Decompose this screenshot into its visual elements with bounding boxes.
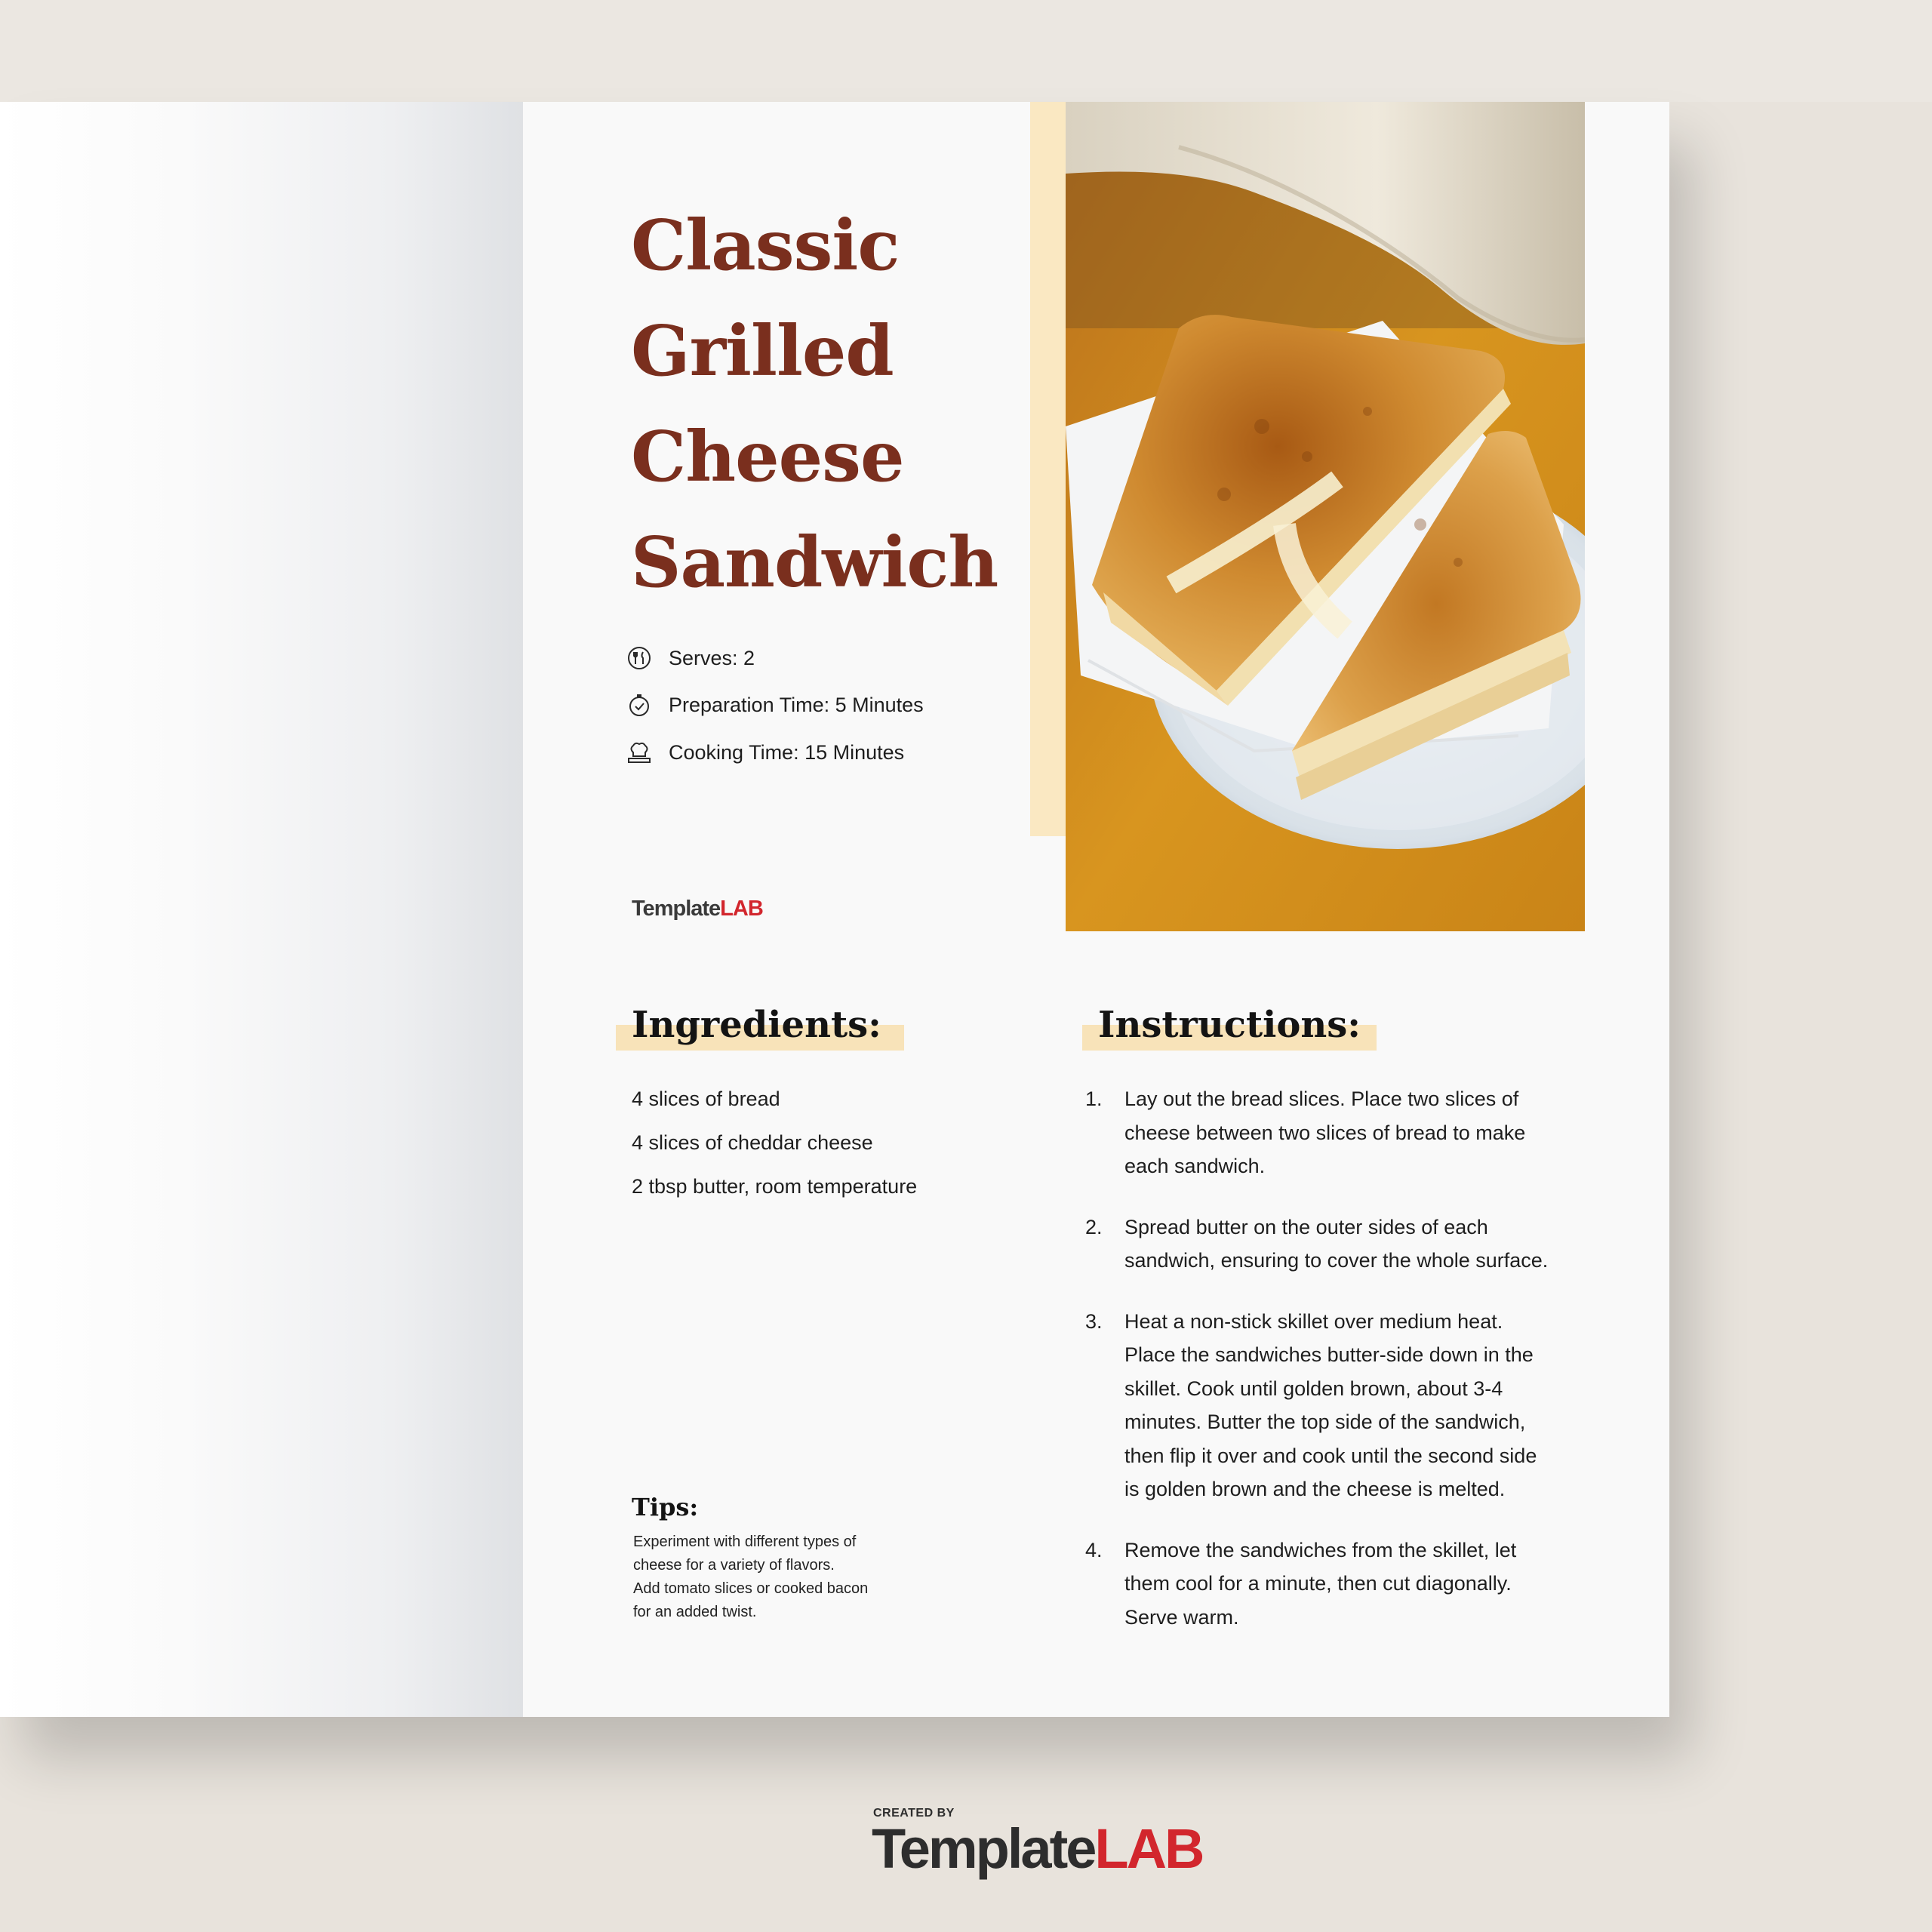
templatelab-logo-small: TemplateLAB <box>632 897 764 921</box>
step-number: 4. <box>1085 1538 1103 1561</box>
step-line: Serve warm. <box>1124 1605 1239 1629</box>
step-text: Remove the sandwiches from the skillet, … <box>1124 1534 1598 1635</box>
ingredients-list: 4 slices of bread 4 slices of cheddar ch… <box>632 1081 917 1212</box>
tips-heading: Tips: <box>632 1493 699 1521</box>
instruction-step: 2. Spread butter on the outer sides of e… <box>1085 1211 1598 1278</box>
tips-line: for an added twist. <box>633 1604 757 1620</box>
top-background-band <box>0 0 1932 102</box>
stopwatch-icon <box>626 692 652 718</box>
step-line: minutes. Butter the top side of the sand… <box>1124 1411 1526 1433</box>
step-line: is golden brown and the cheese is melted… <box>1124 1478 1506 1500</box>
instructions-heading: Instructions: <box>1098 1004 1361 1046</box>
templatelab-logo-footer: TemplateLAB <box>872 1817 1204 1880</box>
photo-accent-bar <box>1030 102 1066 836</box>
recipe-title-line: Classic <box>631 205 900 286</box>
prep-time-row: Preparation Time: 5 Minutes <box>626 688 924 721</box>
step-line: then flip it over and cook until the sec… <box>1124 1444 1537 1467</box>
sandwich-photo <box>1066 102 1585 931</box>
list-item: 4 slices of bread <box>632 1088 780 1110</box>
step-text: Lay out the bread slices. Place two slic… <box>1124 1082 1598 1183</box>
list-item: 2 tbsp butter, room temperature <box>632 1175 918 1198</box>
serves-row: Serves: 2 <box>626 641 755 675</box>
step-line: sandwich, ensuring to cover the whole su… <box>1124 1249 1549 1272</box>
instruction-step: 1. Lay out the bread slices. Place two s… <box>1085 1082 1598 1183</box>
list-item: 4 slices of cheddar cheese <box>632 1131 873 1154</box>
tips-line: Add tomato slices or cooked bacon <box>633 1580 869 1597</box>
tips-line: cheese for a variety of flavors. <box>633 1557 835 1574</box>
instruction-step: 4. Remove the sandwiches from the skille… <box>1085 1534 1598 1635</box>
tips-text: Experiment with different types of chees… <box>633 1531 935 1624</box>
step-line: Lay out the bread slices. Place two slic… <box>1124 1088 1519 1110</box>
recipe-title-line: Grilled <box>631 310 894 392</box>
recipe-title-line: Cheese <box>631 416 905 497</box>
step-line: Remove the sandwiches from the skillet, … <box>1124 1538 1517 1561</box>
cook-time-row: Cooking Time: 15 Minutes <box>626 736 904 769</box>
step-line: Spread butter on the outer sides of each <box>1124 1215 1488 1238</box>
prep-time-text: Preparation Time: 5 Minutes <box>669 693 924 716</box>
chef-hat-icon <box>626 740 652 765</box>
ingredients-heading: Ingredients: <box>632 1004 881 1046</box>
step-line: skillet. Cook until golden brown, about … <box>1124 1377 1503 1400</box>
step-line: them cool for a minute, then cut diagona… <box>1124 1572 1512 1595</box>
tips-line: Experiment with different types of <box>633 1534 857 1550</box>
step-text: Heat a non-stick skillet over medium hea… <box>1124 1305 1598 1506</box>
left-page <box>0 102 523 1717</box>
instructions-list: 1. Lay out the bread slices. Place two s… <box>1085 1082 1598 1661</box>
step-line: cheese between two slices of bread to ma… <box>1124 1121 1526 1144</box>
step-number: 2. <box>1085 1215 1103 1238</box>
step-text: Spread butter on the outer sides of each… <box>1124 1211 1598 1278</box>
step-number: 1. <box>1085 1088 1103 1110</box>
step-number: 3. <box>1085 1309 1103 1333</box>
recipe-title-line: Sandwich <box>631 521 998 603</box>
instruction-step: 3. Heat a non-stick skillet over medium … <box>1085 1305 1598 1506</box>
step-line: each sandwich. <box>1124 1155 1266 1177</box>
cook-time-text: Cooking Time: 15 Minutes <box>669 740 905 764</box>
serves-text: Serves: 2 <box>669 646 755 669</box>
utensils-icon <box>626 645 652 671</box>
step-line: Place the sandwiches butter-side down in… <box>1124 1343 1534 1366</box>
recipe-title: Classic Grilled Cheese Sandwich <box>631 192 998 615</box>
step-line: Heat a non-stick skillet over medium hea… <box>1124 1309 1503 1333</box>
